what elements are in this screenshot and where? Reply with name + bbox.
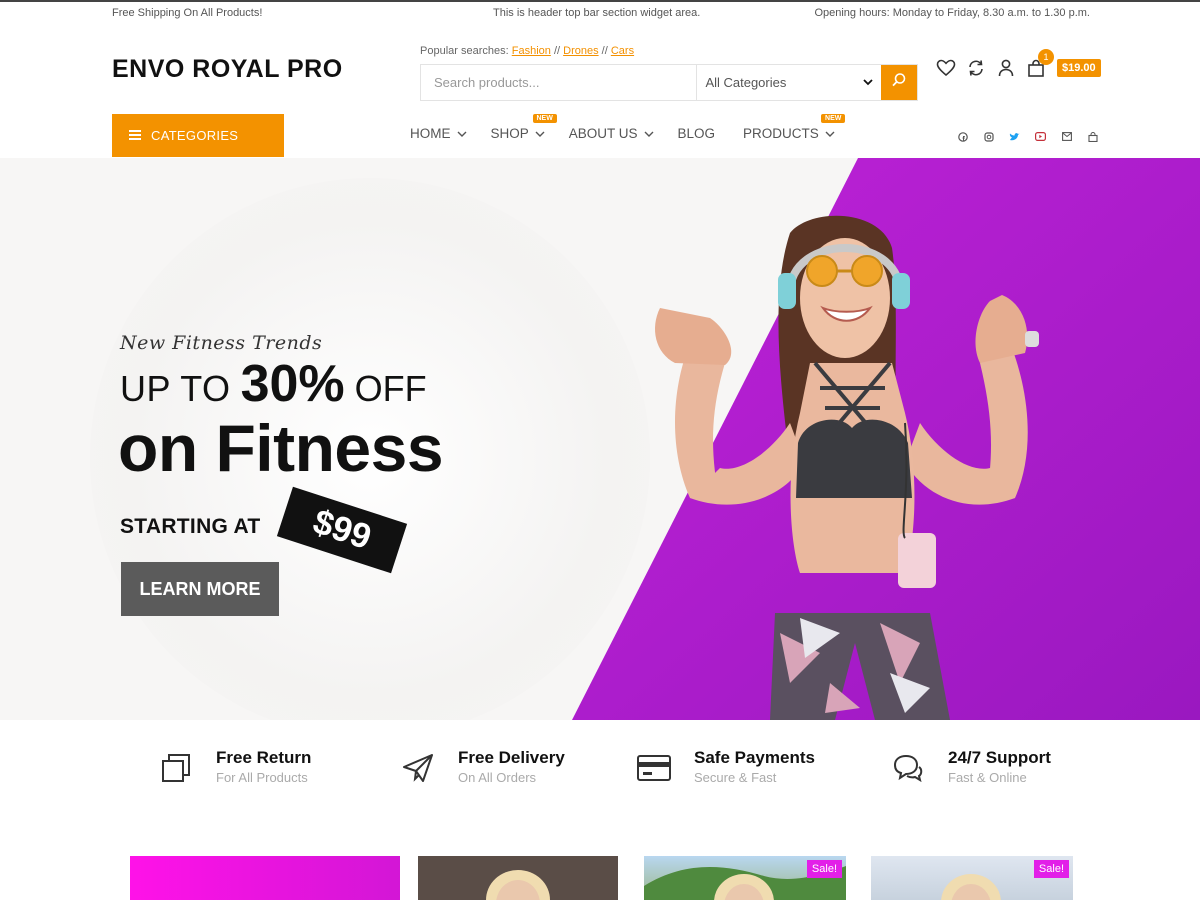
category-select-value: All Categories (705, 75, 787, 90)
topbar-shipping-text: Free Shipping On All Products! (112, 7, 263, 19)
category-select[interactable]: All Categories (697, 65, 882, 100)
nav-item-label: HOME (410, 126, 451, 141)
product-card-promo[interactable] (130, 856, 400, 900)
popular-link-drones[interactable]: Drones (563, 45, 598, 57)
hero-starting-at: STARTING AT (120, 515, 261, 538)
hero-headline-line2: on Fitness (118, 411, 444, 485)
hero-discount: 30% (240, 355, 345, 413)
nav-item-blog[interactable]: BLOG (678, 126, 716, 141)
compare-icon[interactable] (965, 57, 987, 79)
mail-icon[interactable] (1060, 130, 1073, 143)
feature-safe-payments: Safe Payments Secure & Fast (636, 748, 815, 786)
feature-subtitle: For All Products (216, 770, 308, 785)
new-badge: NEW (821, 114, 846, 123)
youtube-icon[interactable] (1034, 130, 1047, 143)
hero-up-to: UP TO (120, 368, 231, 409)
feature-free-return: Free Return For All Products (158, 748, 311, 786)
top-bar: Free Shipping On All Products! This is h… (0, 0, 1200, 24)
popular-searches-label: Popular searches: (420, 45, 509, 57)
hero-banner: New Fitness Trends UP TO 30% OFF on Fitn… (0, 158, 1200, 720)
learn-more-button[interactable]: LEARN MORE (121, 562, 279, 616)
nav-item-label: BLOG (677, 126, 716, 141)
feature-title: 24/7 Support (948, 748, 1051, 767)
features-strip: Free Return For All Products Free Delive… (0, 720, 1200, 830)
chevron-down-icon (644, 126, 654, 141)
popular-link-cars[interactable]: Cars (611, 45, 634, 57)
hero-subtitle: New Fitness Trends (120, 332, 323, 354)
nav-item-shop[interactable]: NEW SHOP (490, 114, 557, 141)
heart-icon[interactable] (935, 57, 957, 79)
feature-subtitle: Secure & Fast (694, 770, 777, 785)
feature-title: Free Return (216, 748, 312, 767)
chevron-down-icon (863, 75, 873, 90)
popular-searches: Popular searches: Fashion // Drones // C… (420, 45, 634, 57)
menu-icon (129, 128, 141, 143)
nav-item-label: PRODUCTS (743, 126, 819, 141)
social-links (956, 130, 1112, 143)
sale-badge: Sale! (806, 860, 842, 878)
feature-title: Free Delivery (458, 748, 565, 767)
search-bar: All Categories (420, 64, 918, 101)
facebook-icon[interactable] (956, 130, 969, 143)
search-button[interactable] (881, 65, 917, 100)
credit-card-icon (636, 750, 672, 786)
cart-count-badge: 1 (1038, 49, 1054, 65)
feature-subtitle: On All Orders (458, 770, 537, 785)
chevron-down-icon (535, 126, 545, 141)
feature-support: 24/7 Support Fast & Online (890, 748, 1051, 786)
product-card[interactable]: Sale! (644, 856, 846, 900)
categories-button[interactable]: CATEGORIES (112, 114, 284, 157)
nav-item-label: SHOP (490, 126, 529, 141)
product-card[interactable]: Sale! (871, 856, 1073, 900)
paper-plane-icon (400, 750, 436, 786)
search-input[interactable] (421, 65, 698, 100)
instagram-icon[interactable] (982, 130, 995, 143)
search-icon (891, 72, 907, 93)
nav-item-about-us[interactable]: ABOUT US (569, 126, 654, 141)
feature-subtitle: Fast & Online (948, 770, 1027, 785)
nav-item-home[interactable]: HOME (410, 126, 467, 141)
header-actions: 1 $19.00 (935, 49, 1101, 79)
hero-headline-line1: UP TO 30% OFF (120, 354, 427, 414)
nav-item-label: ABOUT US (568, 126, 638, 141)
topbar-widget-text: This is header top bar section widget ar… (493, 7, 701, 19)
sale-badge: Sale! (1033, 860, 1069, 878)
nav-item-products[interactable]: NEW PRODUCTS (743, 114, 846, 141)
site-logo[interactable]: ENVO ROYAL PRO (112, 55, 343, 84)
chat-icon (890, 750, 926, 786)
chevron-down-icon (825, 126, 835, 141)
hero-off: OFF (354, 368, 427, 409)
product-image (486, 870, 550, 900)
new-badge: NEW (532, 114, 557, 123)
copy-icon (158, 750, 194, 786)
hero-model-image (655, 215, 1039, 720)
product-card[interactable] (418, 856, 618, 900)
popular-separator: // (553, 45, 561, 57)
main-nav: HOME NEW SHOP ABOUT US BLOG NEW PRODUCTS (410, 114, 859, 141)
categories-label: CATEGORIES (151, 128, 239, 143)
user-icon[interactable] (995, 57, 1017, 79)
cart-icon[interactable]: 1 (1025, 49, 1054, 79)
twitter-icon[interactable] (1008, 130, 1021, 143)
topbar-hours-text: Opening hours: Monday to Friday, 8.30 a.… (814, 7, 1090, 19)
popular-separator: // (601, 45, 608, 57)
feature-title: Safe Payments (694, 748, 815, 767)
cart-total[interactable]: $19.00 (1057, 59, 1101, 77)
feature-free-delivery: Free Delivery On All Orders (400, 748, 565, 786)
popular-link-fashion[interactable]: Fashion (512, 45, 551, 57)
shop-icon[interactable] (1086, 130, 1099, 143)
chevron-down-icon (457, 126, 467, 141)
